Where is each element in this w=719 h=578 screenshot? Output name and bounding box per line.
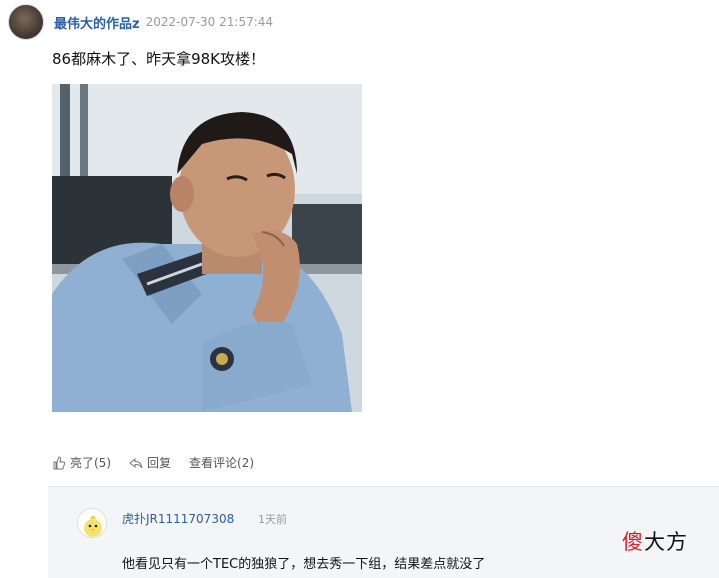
view-comments-button[interactable]: 查看评论(2) xyxy=(189,454,254,471)
comment-text: 他看见只有一个TEC的独狼了，想去秀一下组，结果差点就没了 xyxy=(122,557,486,572)
author-name[interactable]: 最伟大的作品z xyxy=(54,13,140,32)
author-avatar[interactable] xyxy=(8,4,44,40)
comment-time: 1天前 xyxy=(258,513,287,526)
post-actions: 亮了(5) 回复 查看评论(2) xyxy=(52,454,272,471)
watermark-text: 大方 xyxy=(644,530,688,554)
post-image[interactable] xyxy=(52,84,362,412)
post-timestamp: 2022-07-30 21:57:44 xyxy=(145,15,274,29)
comment-box: 虎扑JR1111707308 1天前 他看见只有一个TEC的独狼了，想去秀一下组… xyxy=(48,486,719,578)
view-comments-label: 查看评论(2) xyxy=(189,456,255,470)
reply-button[interactable]: 回复 xyxy=(129,454,171,471)
like-button[interactable]: 亮了(5) xyxy=(52,454,111,471)
watermark-char-red: 傻 xyxy=(622,530,644,554)
watermark: 傻大方 xyxy=(622,526,688,556)
post-header: 最伟大的作品z 2022-07-30 21:57:44 xyxy=(8,4,273,40)
chick-avatar-icon xyxy=(78,509,106,537)
reply-icon xyxy=(129,457,143,468)
post-text: 86都麻木了、昨天拿98K攻楼！ xyxy=(52,50,266,68)
thumbs-up-icon xyxy=(53,455,66,469)
like-label: 亮了(5) xyxy=(70,456,111,470)
commenter-avatar[interactable] xyxy=(77,508,107,538)
commenter-name[interactable]: 虎扑JR1111707308 xyxy=(122,510,234,527)
post-image-illustration xyxy=(52,84,362,412)
reply-label: 回复 xyxy=(147,456,172,470)
